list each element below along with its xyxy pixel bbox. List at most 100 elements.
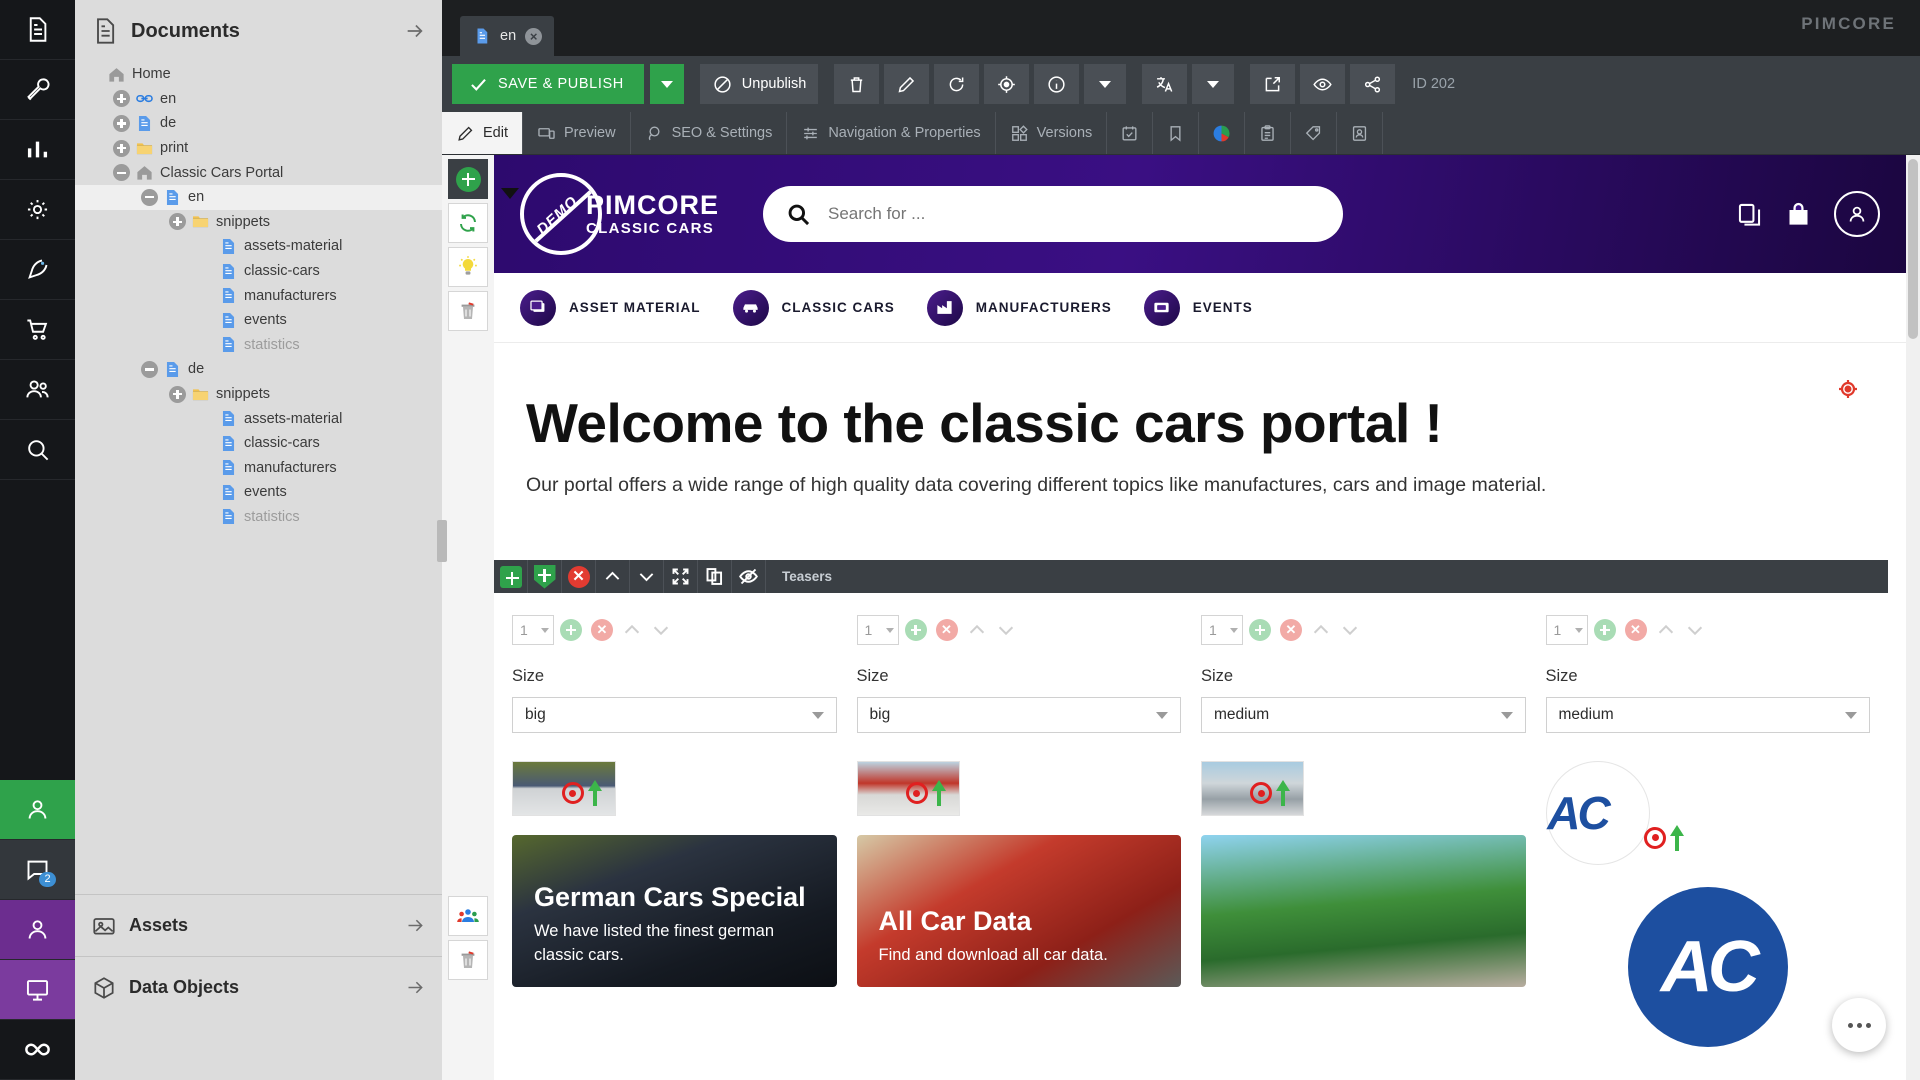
tree-node-snippets[interactable]: snippets [75, 382, 442, 407]
delete-button[interactable] [834, 64, 880, 104]
sidebar-item-tools[interactable] [0, 60, 75, 120]
teaser-thumbnail-4[interactable]: AC [1545, 761, 1685, 865]
sidebar-item-presentation[interactable] [0, 960, 75, 1020]
add-element-button[interactable] [448, 159, 488, 199]
share-button[interactable] [1350, 64, 1396, 104]
size-select-2[interactable]: big [856, 697, 1181, 733]
sidebar-item-search[interactable] [0, 420, 75, 480]
nav-item-asset-material[interactable]: ASSET MATERIAL [520, 289, 701, 326]
translate-button[interactable] [1142, 64, 1188, 104]
move-down-button[interactable] [630, 560, 664, 593]
teaser-remove-button-3[interactable]: ✕ [1280, 619, 1302, 641]
tab-tags[interactable] [1291, 112, 1338, 154]
nav-item-events[interactable]: EVENTS [1143, 289, 1253, 326]
tab-preview[interactable]: Preview [523, 112, 631, 154]
teaser-thumbnail-1[interactable] [512, 761, 616, 816]
sidebar-item-messages[interactable]: 2 [0, 840, 75, 900]
teaser-move-up-button-3[interactable] [1310, 619, 1332, 641]
tab-targeting[interactable] [1337, 112, 1384, 154]
data-objects-panel-bar[interactable]: Data Objects [75, 956, 442, 1018]
delete-block-button[interactable] [448, 291, 488, 331]
compare-icon[interactable] [1736, 201, 1763, 228]
move-up-button[interactable] [596, 560, 630, 593]
teaser-card-1[interactable]: German Cars Special We have listed the f… [512, 835, 837, 987]
open-new-window-button[interactable] [1250, 64, 1296, 104]
teaser-thumbnail-2[interactable] [856, 761, 960, 816]
tree-node-classic-cars[interactable]: classic-cars [75, 259, 442, 284]
more-options-fab[interactable] [1832, 998, 1886, 1052]
nav-item-manufacturers[interactable]: MANUFACTURERS [926, 289, 1112, 326]
save-and-publish-button[interactable]: SAVE & PUBLISH [452, 64, 644, 104]
expand-button[interactable] [664, 560, 698, 593]
rename-button[interactable] [884, 64, 930, 104]
tree-node-assets-material[interactable]: assets-material [75, 234, 442, 259]
size-select-3[interactable]: medium [1201, 697, 1526, 733]
expander-plus-icon[interactable] [113, 114, 130, 132]
teaser-remove-button-2[interactable]: ✕ [935, 619, 958, 641]
teaser-move-down-button-1[interactable] [650, 619, 672, 641]
inline-edit-marker-icon[interactable] [1644, 824, 1685, 853]
tree-node-statistics[interactable]: statistics [75, 333, 442, 358]
remove-block-button[interactable]: ✕ [562, 560, 596, 593]
translate-caret-button[interactable] [1192, 64, 1235, 104]
locate-button[interactable] [984, 64, 1030, 104]
teaser-add-button-4[interactable] [1593, 619, 1616, 641]
expander-plus-icon[interactable] [169, 213, 186, 231]
inline-edit-marker-icon[interactable] [561, 780, 602, 808]
tree-node-classic-cars[interactable]: classic-cars [75, 431, 442, 456]
expander-minus-icon[interactable] [141, 188, 158, 206]
teaser-add-button-1[interactable] [560, 619, 582, 641]
sidebar-item-reports[interactable] [0, 120, 75, 180]
account-icon[interactable] [1834, 191, 1880, 237]
expander-minus-icon[interactable] [113, 164, 130, 182]
teaser-remove-button-1[interactable]: ✕ [591, 619, 613, 641]
tree-node-en[interactable]: en [75, 184, 442, 210]
teaser-index-select-1[interactable]: 1 [512, 615, 554, 645]
hide-button[interactable] [732, 560, 766, 593]
tree-node-de[interactable]: de [75, 357, 442, 382]
tab-analytics[interactable] [1199, 112, 1246, 154]
assets-arrow-icon[interactable] [405, 915, 426, 936]
tab-edit[interactable]: Edit [442, 112, 523, 154]
tree-node-events[interactable]: events [75, 480, 442, 505]
tree-node-manufacturers[interactable]: manufacturers [75, 456, 442, 481]
teaser-card-3[interactable] [1201, 835, 1526, 987]
info-caret-button[interactable] [1084, 64, 1127, 104]
collapse-arrow-icon[interactable] [404, 20, 426, 42]
tree-node-events[interactable]: events [75, 308, 442, 333]
teaser-index-select-3[interactable]: 1 [1201, 615, 1243, 645]
close-icon[interactable]: × [525, 27, 543, 45]
sidebar-item-profile[interactable] [0, 780, 75, 840]
sidebar-item-ecommerce[interactable] [0, 300, 75, 360]
inline-edit-marker-icon[interactable] [1250, 780, 1291, 808]
site-search-box[interactable] [763, 186, 1343, 242]
teaser-move-down-button-2[interactable] [995, 619, 1017, 641]
search-input[interactable] [828, 204, 1321, 224]
teaser-index-select-4[interactable]: 1 [1545, 615, 1588, 645]
tree-node-statistics[interactable]: statistics [75, 505, 442, 530]
cart-icon[interactable] [1785, 201, 1812, 228]
tab-seo-settings[interactable]: SEO & Settings [631, 112, 788, 154]
expander-plus-icon[interactable] [169, 385, 186, 403]
sidebar-item-documents[interactable] [0, 0, 75, 60]
scrollbar-thumb[interactable] [1908, 159, 1918, 339]
hint-button[interactable] [448, 247, 488, 287]
teaser-move-up-button-4[interactable] [1655, 619, 1677, 641]
preview-button[interactable] [1300, 64, 1346, 104]
sidebar-item-user[interactable] [0, 900, 75, 960]
teaser-card-2[interactable]: All Car Data Find and download all car d… [856, 835, 1181, 987]
refresh-button[interactable] [448, 203, 488, 243]
tree-node-snippets[interactable]: snippets [75, 210, 442, 235]
expander-plus-icon[interactable] [113, 90, 130, 108]
teaser-move-up-button-2[interactable] [966, 619, 988, 641]
tree-node-print[interactable]: print [75, 136, 442, 161]
unpublish-button[interactable]: Unpublish [699, 64, 819, 104]
size-select-1[interactable]: big [512, 697, 837, 733]
add-block-above-button[interactable] [494, 560, 528, 593]
teaser-move-down-button-4[interactable] [1684, 619, 1706, 641]
sidebar-item-settings[interactable] [0, 180, 75, 240]
tree-node-de[interactable]: de [75, 111, 442, 136]
tree-node-home[interactable]: Home [75, 62, 442, 87]
reload-button[interactable] [934, 64, 980, 104]
tree-node-assets-material[interactable]: assets-material [75, 406, 442, 431]
